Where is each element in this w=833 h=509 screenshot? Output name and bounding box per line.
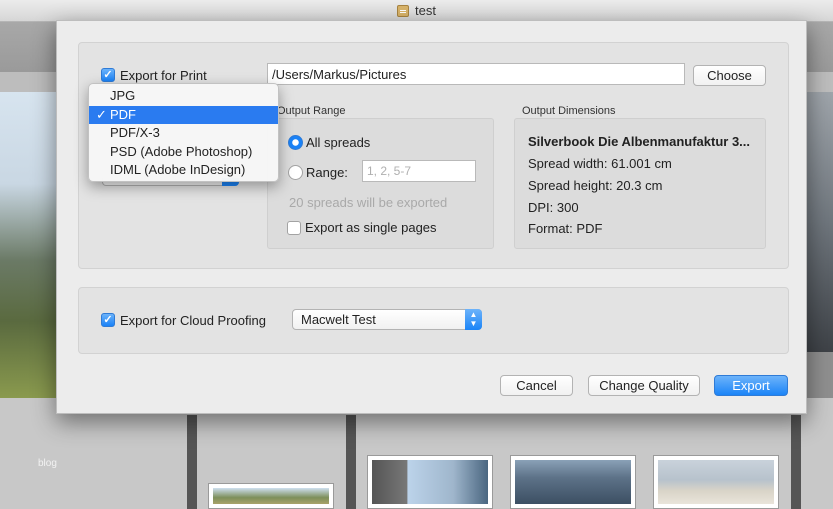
format-option-pdf[interactable]: ✓ PDF [89, 105, 278, 124]
export-print-checkbox[interactable]: ✓ [101, 68, 115, 82]
spread-width-text: Spread width: 61.001 cm [528, 156, 672, 171]
format-text: Format: PDF [528, 221, 603, 236]
output-book-name: Silverbook Die Albenmanufaktur 3... [528, 134, 751, 149]
change-quality-button[interactable]: Change Quality [588, 375, 700, 396]
checkmark-icon: ✓ [96, 106, 107, 122]
spread-divider [791, 415, 801, 509]
export-path-field[interactable]: /Users/Markus/Pictures [267, 63, 685, 85]
page-thumbnail[interactable] [208, 483, 334, 509]
single-pages-checkbox[interactable] [287, 221, 301, 235]
range-radio[interactable] [288, 165, 303, 180]
page-thumbnail[interactable] [510, 455, 636, 509]
background-photo-left [0, 92, 56, 398]
output-range-heading: Output Range [277, 105, 346, 117]
chevron-updown-icon: ▲ ▼ [465, 309, 482, 330]
cloud-account-select[interactable]: Macwelt Test ▲ ▼ [292, 309, 482, 330]
output-dimensions-heading: Output Dimensions [522, 105, 616, 117]
single-pages-label: Export as single pages [305, 220, 437, 235]
spread-divider [187, 415, 197, 509]
range-label: Range: [306, 165, 348, 180]
window-title: test [415, 3, 436, 18]
window-title-bar: test [0, 0, 833, 22]
choose-button[interactable]: Choose [693, 65, 766, 86]
blog-label: blog [38, 458, 57, 469]
all-spreads-label: All spreads [306, 135, 371, 150]
format-option-pdfx3[interactable]: PDF/X-3 [89, 124, 278, 143]
cloud-account-value: Macwelt Test [301, 312, 376, 327]
spreads-info-text: 20 spreads will be exported [289, 195, 448, 210]
cloud-proofing-label: Export for Cloud Proofing [120, 313, 266, 328]
format-option-idml[interactable]: IDML (Adobe InDesign) [89, 161, 278, 180]
dpi-text: DPI: 300 [528, 200, 579, 215]
export-button[interactable]: Export [714, 375, 788, 396]
page-thumbnail[interactable] [367, 455, 493, 509]
export-print-label: Export for Print [120, 68, 207, 83]
cloud-proofing-checkbox[interactable]: ✓ [101, 313, 115, 327]
format-option-jpg[interactable]: JPG [89, 87, 278, 106]
format-option-psd[interactable]: PSD (Adobe Photoshop) [89, 143, 278, 162]
cancel-button[interactable]: Cancel [500, 375, 573, 396]
document-icon [397, 4, 410, 17]
export-dialog: ✓ Export for Print /Users/Markus/Picture… [56, 20, 807, 414]
range-input[interactable]: 1, 2, 5-7 [362, 160, 476, 182]
all-spreads-radio[interactable] [288, 135, 303, 150]
spread-height-text: Spread height: 20.3 cm [528, 178, 663, 193]
format-menu: JPG ✓ PDF PDF/X-3 PSD (Adobe Photoshop) … [88, 83, 279, 182]
page-thumbnail[interactable] [653, 455, 779, 509]
background-photo-right [807, 92, 833, 352]
spread-divider [346, 415, 356, 509]
